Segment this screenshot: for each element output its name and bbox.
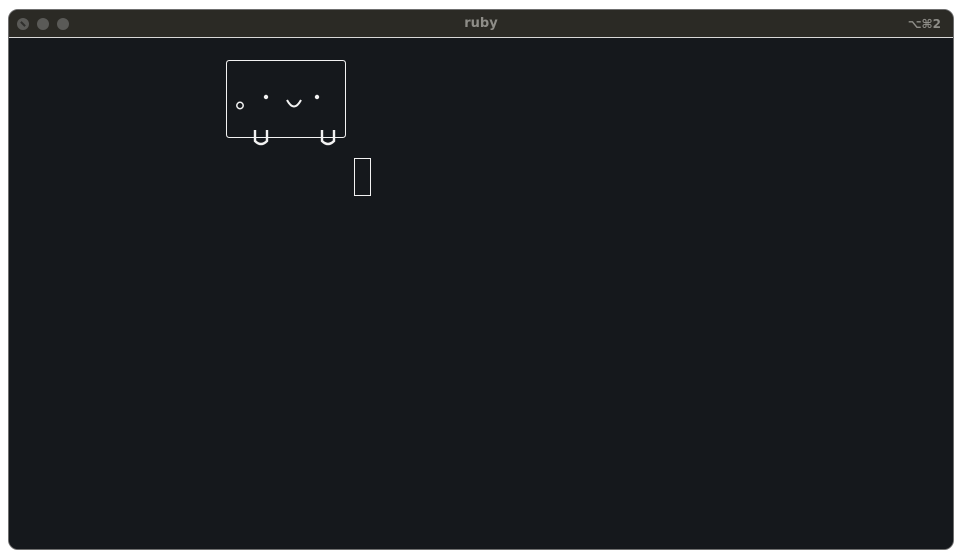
mascot-left-eye	[263, 94, 269, 100]
mascot-right-eye	[314, 94, 320, 100]
mascot-blush-circle	[236, 101, 244, 110]
box-face-mascot-icon	[226, 60, 346, 146]
mascot-mouth	[286, 99, 302, 108]
window-shortcut-label: ⌥⌘2	[907, 17, 941, 31]
terminal-cursor	[354, 158, 371, 196]
title-bar[interactable]: ruby ⌥⌘2	[9, 10, 953, 38]
mascot-body	[226, 60, 346, 138]
terminal-screen[interactable]	[9, 38, 953, 549]
terminal-window: ruby ⌥⌘2	[8, 9, 954, 550]
window-title: ruby	[464, 16, 498, 31]
